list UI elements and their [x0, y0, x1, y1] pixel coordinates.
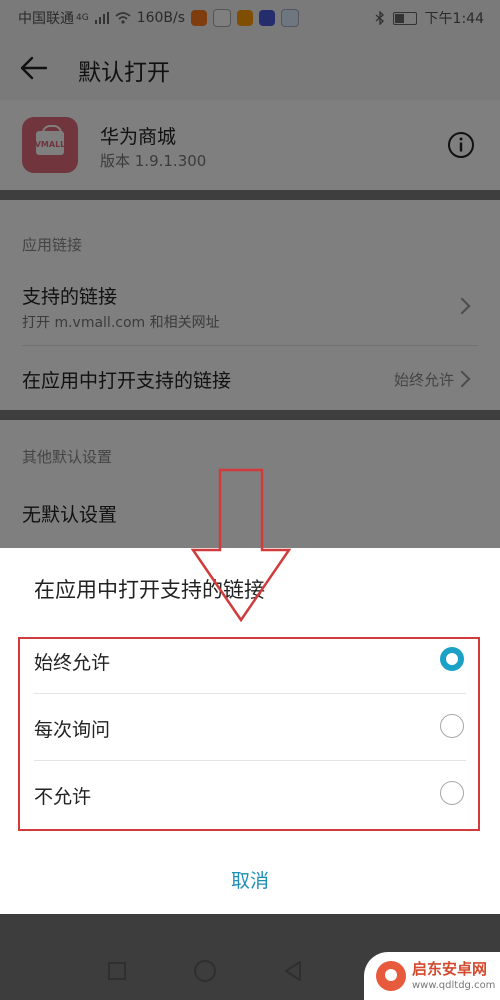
annotation-down-arrow-icon — [190, 468, 292, 623]
watermark-name: 启东安卓网 — [412, 960, 488, 978]
site-watermark: 启东安卓网 www.qdltdg.com — [364, 952, 500, 1000]
watermark-logo-icon — [376, 961, 406, 991]
watermark-url: www.qdltdg.com — [412, 980, 496, 991]
screen: 中国联通 4G 160B/s 下午1:44 — [0, 0, 500, 1000]
annotation-highlight-box — [18, 637, 480, 831]
cancel-button[interactable]: 取消 — [0, 866, 500, 893]
